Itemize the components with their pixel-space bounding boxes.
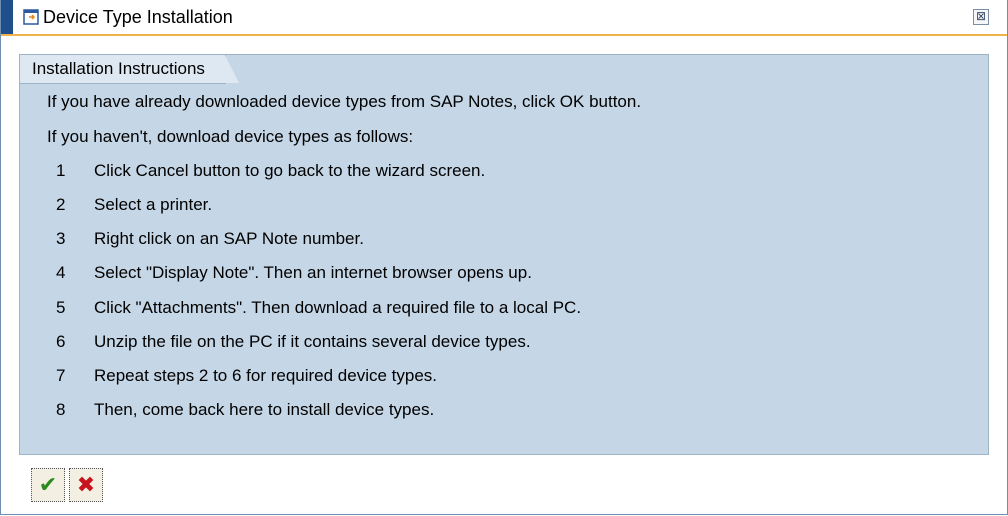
intro-text: If you haven't, download device types as…: [47, 127, 414, 146]
step-number: 6: [56, 332, 66, 351]
step-text: Unzip the file on the PC if it contains …: [94, 332, 531, 351]
step-number: 7: [56, 366, 66, 385]
close-icon[interactable]: ⊠: [973, 9, 989, 25]
instruction-step: 3 Right click on an SAP Note number.: [56, 229, 364, 249]
instruction-step: 7 Repeat steps 2 to 6 for required device…: [56, 366, 437, 386]
group-title: Installation Instructions: [20, 55, 239, 84]
step-text: Click Cancel button to go back to the wi…: [94, 161, 486, 180]
step-text: Then, come back here to install device t…: [94, 400, 435, 419]
step-number: 4: [56, 263, 66, 282]
step-number: 5: [56, 298, 66, 317]
step-number: 3: [56, 229, 66, 248]
step-text: Right click on an SAP Note number.: [94, 229, 364, 248]
ok-button[interactable]: ✔: [31, 468, 65, 502]
step-number: 1: [56, 161, 66, 180]
step-text: Select a printer.: [94, 195, 213, 214]
dialog-toolbar: ✔ ✖: [31, 468, 103, 502]
cancel-x-icon: ✖: [76, 472, 96, 498]
checkmark-icon: ✔: [38, 472, 58, 498]
device-type-installation-dialog: Device Type Installation ⊠ Installation …: [0, 0, 1008, 515]
instruction-step: 1 Click Cancel button to go back to the w…: [56, 161, 485, 181]
dialog-title: Device Type Installation: [43, 7, 233, 27]
title-bar-accent: [1, 0, 13, 34]
step-text: Click "Attachments". Then download a req…: [94, 298, 582, 317]
step-number: 2: [56, 195, 66, 214]
instruction-step: 8 Then, come back here to install device …: [56, 400, 434, 420]
title-bar: Device Type Installation ⊠: [1, 0, 1007, 36]
instruction-step: 6 Unzip the file on the PC if it contains…: [56, 332, 531, 352]
step-text: Repeat steps 2 to 6 for required device …: [94, 366, 438, 385]
instruction-step: 4 Select "Display Note". Then an internet…: [56, 263, 532, 283]
instruction-step: 2 Select a printer.: [56, 195, 212, 215]
step-number: 8: [56, 400, 66, 419]
instruction-step: 5 Click "Attachments". Then download a re…: [56, 298, 581, 318]
installation-instructions-group: Installation Instructions If you have al…: [19, 54, 989, 455]
step-text: Select "Display Note". Then an internet …: [94, 263, 532, 282]
cancel-button[interactable]: ✖: [69, 468, 103, 502]
dialog-window-icon: [23, 9, 39, 25]
intro-text: If you have already downloaded device ty…: [47, 92, 642, 111]
